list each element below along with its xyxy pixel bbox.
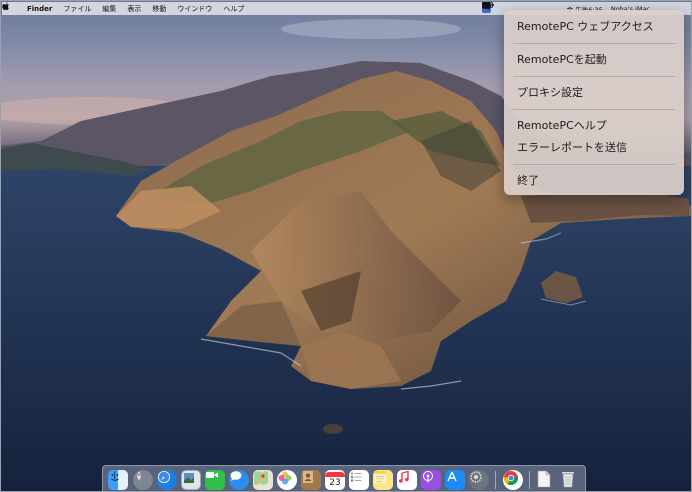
- messages-icon[interactable]: [229, 470, 249, 490]
- documents-icon[interactable]: [537, 470, 557, 490]
- menu-window[interactable]: ウインドウ: [177, 4, 212, 14]
- menu-view[interactable]: 表示: [127, 4, 141, 14]
- contacts-icon[interactable]: [301, 470, 321, 490]
- system-preferences-icon[interactable]: [469, 470, 489, 490]
- menu-file[interactable]: ファイル: [63, 4, 91, 14]
- maps-icon[interactable]: [253, 470, 273, 490]
- menu-finder[interactable]: Finder: [27, 5, 52, 13]
- app-store-icon[interactable]: [445, 470, 465, 490]
- notes-icon[interactable]: [373, 470, 393, 490]
- menu-help[interactable]: ヘルプ: [223, 4, 244, 14]
- menu-separator: [513, 164, 675, 165]
- podcasts-icon[interactable]: [421, 470, 441, 490]
- photos-icon[interactable]: [277, 470, 297, 490]
- preview-icon[interactable]: [181, 470, 201, 490]
- remotepc-menu: RemotePC ウェブアクセス RemotePCを起動 プロキシ設定 Remo…: [504, 10, 684, 195]
- menu-item-launch[interactable]: RemotePCを起動: [517, 51, 607, 69]
- menu-go[interactable]: 移動: [152, 4, 166, 14]
- menu-item-send-error-report[interactable]: エラーレポートを送信: [517, 139, 627, 157]
- menu-item-help[interactable]: RemotePCヘルプ: [517, 117, 607, 135]
- menu-item-web-access[interactable]: RemotePC ウェブアクセス: [517, 18, 654, 36]
- launchpad-icon[interactable]: [133, 470, 153, 490]
- dock-divider: [495, 471, 496, 489]
- desktop: Finder ファイル 編集 表示 移動 ウインドウ ヘルプ R A 金 午後6…: [0, 0, 692, 492]
- facetime-icon[interactable]: [205, 470, 225, 490]
- trash-icon[interactable]: [561, 470, 581, 490]
- menu-separator: [513, 76, 675, 77]
- dock: 23: [102, 465, 586, 491]
- finder-icon[interactable]: [108, 470, 128, 490]
- calendar-day: 23: [329, 477, 341, 488]
- calendar-icon[interactable]: 23: [325, 470, 345, 490]
- menu-item-proxy-settings[interactable]: プロキシ設定: [517, 84, 583, 102]
- dock-divider: [529, 471, 530, 489]
- reminders-icon[interactable]: [349, 470, 369, 490]
- chrome-icon[interactable]: [503, 470, 523, 490]
- menu-separator: [513, 109, 675, 110]
- menu-item-quit[interactable]: 終了: [517, 172, 539, 190]
- safari-icon[interactable]: [157, 470, 177, 490]
- menu-separator: [513, 43, 675, 44]
- music-icon[interactable]: [397, 470, 417, 490]
- menu-edit[interactable]: 編集: [102, 4, 116, 14]
